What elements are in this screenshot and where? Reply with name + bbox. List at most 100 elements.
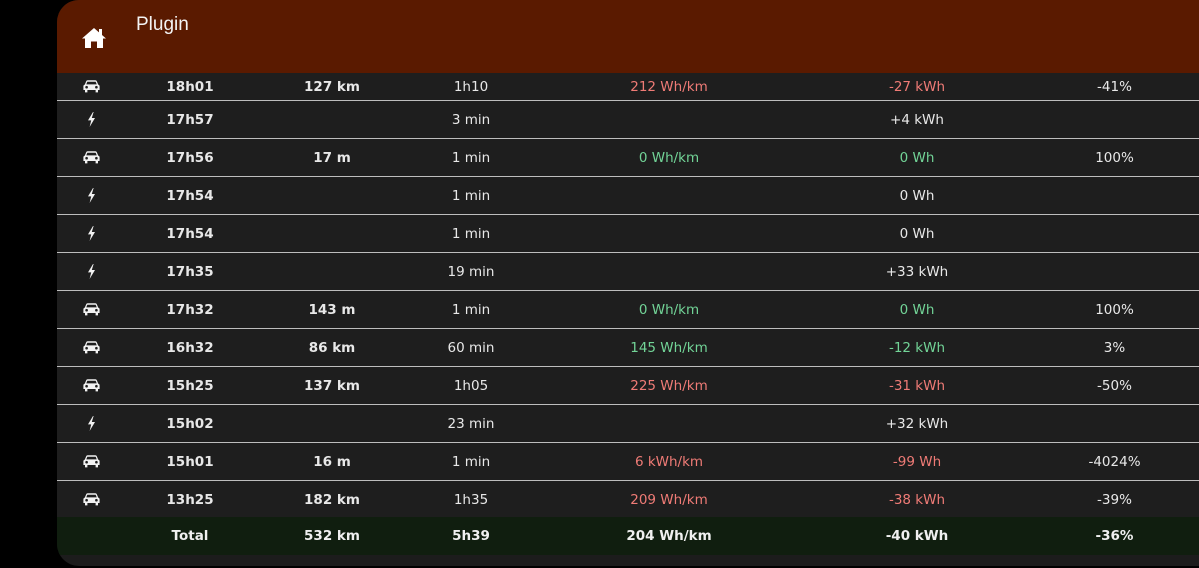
table-row[interactable]: 15h02 23 min +32 kWh [57,405,1199,443]
row-percent: 100% [1095,301,1134,318]
row-efficiency: 0 Wh/km [638,149,700,166]
row-duration: 1 min [451,187,491,204]
trip-table: 18h01 127 km 1h10 212 Wh/km -27 kWh -41% 17h57… [57,73,1199,519]
row-efficiency [594,215,744,252]
row-energy: -12 kWh [888,339,946,356]
row-distance [282,405,382,442]
row-energy: -31 kWh [888,377,946,394]
row-energy: 0 Wh [899,225,935,242]
lightning-bolt-icon [71,405,111,442]
car-icon [71,329,111,366]
table-row[interactable]: 17h54 1 min 0 Wh [57,177,1199,215]
row-distance [282,253,382,290]
row-efficiency [594,405,744,442]
row-distance: 137 km [304,377,360,394]
row-time: 15h02 [166,415,214,432]
row-distance: 182 km [304,491,360,508]
row-efficiency: 209 Wh/km [630,491,708,508]
lightning-bolt-icon [71,177,111,214]
row-percent: 3% [1103,339,1126,356]
row-distance: 17 m [313,149,351,166]
lightning-bolt-icon [71,101,111,138]
row-percent [1057,101,1172,138]
row-energy: 0 Wh [899,149,935,166]
app-window: Plugin 18h01 127 km 1h10 212 Wh/km -27 kWh -4… [57,0,1199,566]
row-time: 17h54 [166,187,214,204]
row-energy: +4 kWh [890,111,944,128]
table-row[interactable]: 15h25 137 km 1h05 225 Wh/km -31 kWh -50% [57,367,1199,405]
home-button[interactable] [72,16,116,60]
total-efficiency: 204 Wh/km [626,528,712,544]
row-duration: 1 min [451,149,491,166]
table-row[interactable]: 15h01 16 m 1 min 6 kWh/km -99 Wh -4024% [57,443,1199,481]
row-energy: +33 kWh [885,263,949,280]
row-time: 17h57 [166,111,214,128]
row-efficiency: 0 Wh/km [638,301,700,318]
row-percent [1057,215,1172,252]
row-efficiency: 145 Wh/km [630,339,708,356]
row-distance [282,101,382,138]
car-icon [71,73,111,100]
row-percent: 100% [1095,149,1134,166]
row-efficiency [594,101,744,138]
row-distance: 16 m [313,453,351,470]
row-percent: -39% [1097,491,1132,508]
row-time: 17h32 [166,301,214,318]
row-time: 16h32 [166,339,214,356]
row-percent: -41% [1097,78,1132,95]
row-duration: 3 min [451,111,491,128]
row-energy: +32 kWh [885,415,949,432]
home-icon [81,26,107,50]
lightning-bolt-icon [71,253,111,290]
table-row[interactable]: 16h32 86 km 60 min 145 Wh/km -12 kWh 3% [57,329,1199,367]
car-icon [71,367,111,404]
car-icon [71,443,111,480]
row-distance [282,177,382,214]
row-time: 13h25 [166,491,214,508]
row-percent [1057,405,1172,442]
row-time: 15h25 [166,377,214,394]
row-energy: -99 Wh [892,453,942,470]
row-time: 17h56 [166,149,214,166]
header-bar: Plugin [57,0,1199,73]
table-row[interactable]: 17h54 1 min 0 Wh [57,215,1199,253]
car-icon [71,139,111,176]
row-efficiency [594,253,744,290]
total-duration: 5h39 [452,528,490,544]
row-efficiency: 212 Wh/km [630,78,708,95]
row-percent: -4024% [1088,453,1141,470]
row-energy: 0 Wh [899,301,935,318]
car-icon [71,481,111,518]
row-efficiency: 225 Wh/km [630,377,708,394]
row-duration: 1h10 [453,78,489,95]
row-time: 17h35 [166,263,214,280]
row-distance [282,215,382,252]
row-duration: 1 min [451,225,491,242]
car-icon [71,291,111,328]
table-row[interactable]: 18h01 127 km 1h10 212 Wh/km -27 kWh -41% [57,73,1199,101]
row-duration: 1 min [451,301,491,318]
row-duration: 19 min [447,263,495,280]
row-duration: 1h35 [453,491,489,508]
total-label: Total [171,528,209,544]
page-title: Plugin [136,14,189,35]
lightning-bolt-icon [71,215,111,252]
row-distance: 143 m [308,301,356,318]
row-efficiency: 6 kWh/km [634,453,704,470]
row-percent [1057,253,1172,290]
table-row[interactable]: 17h56 17 m 1 min 0 Wh/km 0 Wh 100% [57,139,1199,177]
row-duration: 23 min [447,415,495,432]
row-time: 18h01 [166,78,214,95]
total-energy: -40 kWh [885,528,949,544]
row-duration: 1 min [451,453,491,470]
table-row[interactable]: 17h32 143 m 1 min 0 Wh/km 0 Wh 100% [57,291,1199,329]
row-percent: -50% [1097,377,1132,394]
row-distance: 127 km [304,78,360,95]
row-duration: 1h05 [453,377,489,394]
row-energy: 0 Wh [899,187,935,204]
table-row[interactable]: 17h57 3 min +4 kWh [57,101,1199,139]
table-row[interactable]: 13h25 182 km 1h35 209 Wh/km -38 kWh -39% [57,481,1199,519]
total-distance: 532 km [304,528,360,544]
table-row[interactable]: 17h35 19 min +33 kWh [57,253,1199,291]
row-duration: 60 min [447,339,495,356]
